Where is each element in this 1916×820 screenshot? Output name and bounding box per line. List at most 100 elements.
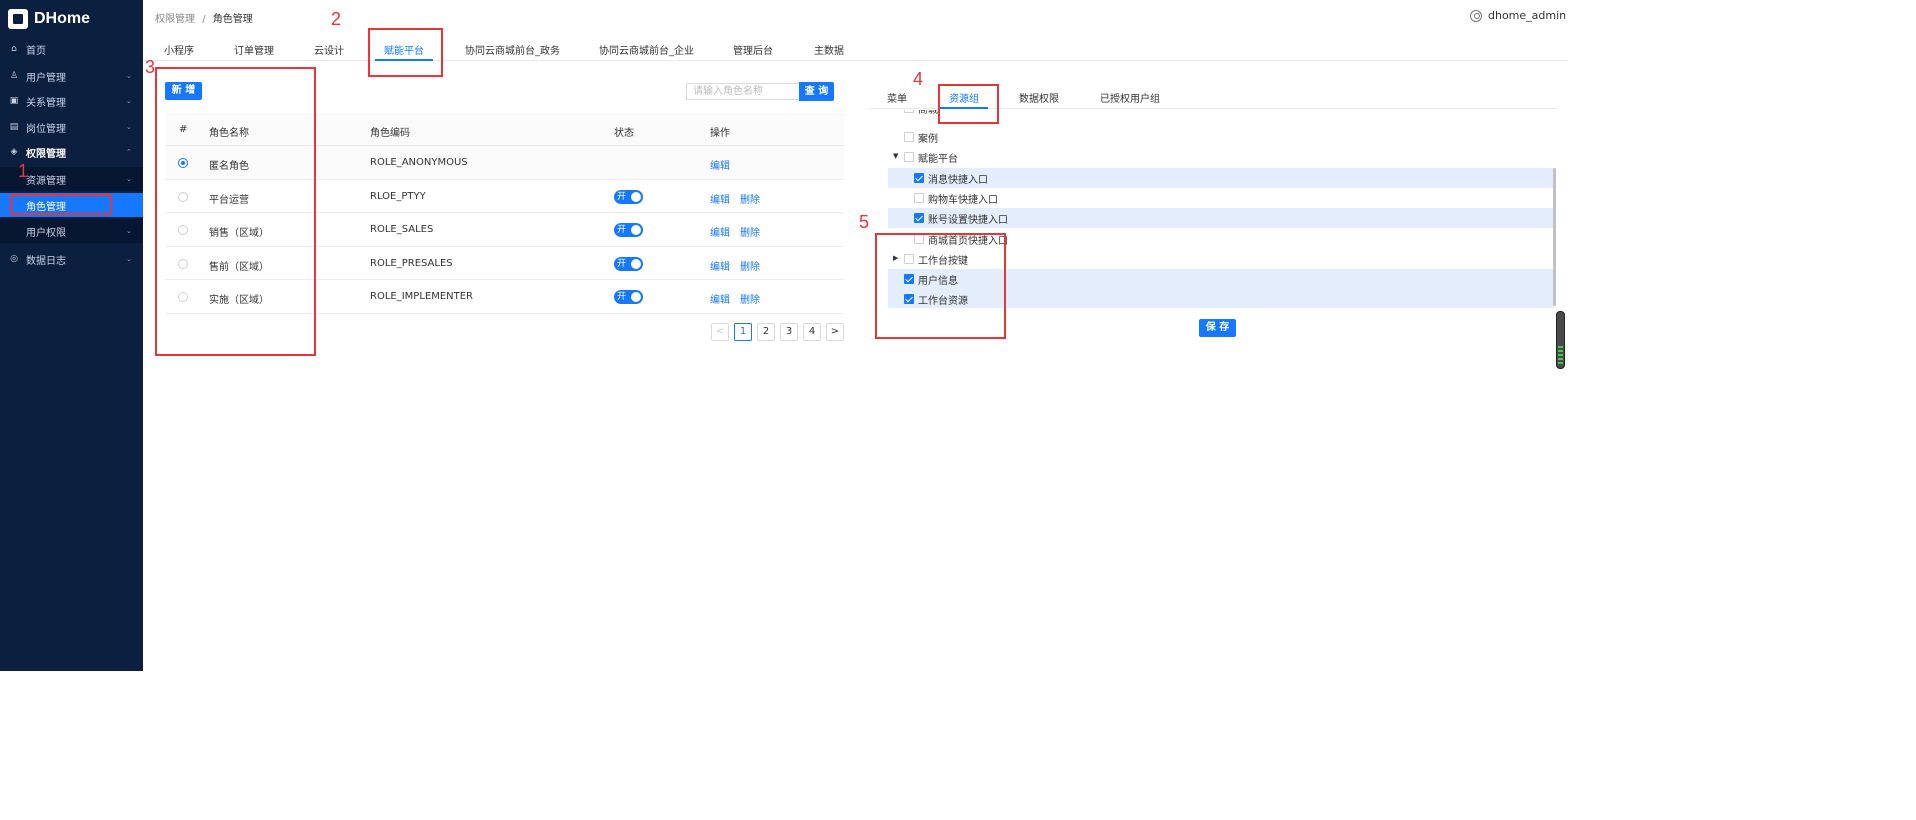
logo: DHome (8, 8, 90, 30)
pagination-page-3[interactable]: 3 (780, 323, 798, 341)
user-name: dhome_admin (1488, 9, 1567, 22)
tab-mall-enterprise[interactable]: 协同云商城前台_企业 (599, 42, 694, 57)
pagination-page-4[interactable]: 4 (803, 323, 821, 341)
tree-node[interactable]: 购物车快捷入口 (888, 188, 1554, 208)
status-toggle[interactable]: 开 (614, 290, 643, 305)
tree-node[interactable]: 案例 (888, 127, 1554, 147)
chevron-down-icon: ⌄ (126, 175, 132, 183)
caret-down-icon[interactable]: ▼ (893, 152, 898, 160)
chevron-down-icon: ⌄ (126, 123, 132, 131)
logo-cube-icon (8, 9, 28, 29)
breadcrumb-separator: / (202, 14, 206, 25)
tree-node-label: 购物车快捷入口 (928, 195, 998, 206)
post-icon: ▤ (9, 122, 19, 132)
tree-checkbox[interactable] (914, 213, 924, 223)
pagination-prev-button[interactable]: < (711, 323, 729, 341)
sidebar: DHome ⌂ 首页 ♙ 用户管理 ⌄ ▣ 关系管理 ⌄ ▤ 岗位管理 ⌄ ◈ … (0, 0, 143, 671)
column-header-actions: 操作 (710, 128, 730, 139)
app-tabs: 小程序 订单管理 云设计 赋能平台 协同云商城前台_政务 协同云商城前台_企业 … (143, 36, 1568, 61)
breadcrumb-parent[interactable]: 权限管理 (155, 14, 195, 25)
search-button[interactable]: 查 询 (799, 82, 834, 101)
tree-node[interactable]: ▼ 赋能平台 (888, 147, 1554, 167)
tab-menu[interactable]: 菜单 (887, 90, 907, 105)
user-menu[interactable]: dhome_admin (1470, 9, 1566, 22)
tree-checkbox[interactable] (904, 110, 914, 113)
edit-link[interactable]: 编辑 (710, 224, 730, 239)
status-toggle[interactable]: 开 (614, 256, 643, 271)
pagination-page-1[interactable]: 1 (734, 323, 752, 341)
sidebar-item-label: 资源管理 (26, 175, 66, 187)
edit-link[interactable]: 编辑 (710, 291, 730, 306)
tree-checkbox[interactable] (904, 152, 914, 162)
annotation-box-2 (368, 28, 443, 77)
tree-node[interactable]: 消息快捷入口 (888, 168, 1554, 188)
sidebar-item-label: 权限管理 (26, 148, 66, 160)
chevron-down-icon: ⌄ (126, 72, 132, 80)
chevron-up-icon: ⌃ (126, 148, 132, 156)
sidebar-item-user-management[interactable]: ♙ 用户管理 ⌄ (0, 64, 143, 88)
delete-link[interactable]: 删除 (740, 291, 760, 306)
chevron-down-icon: ⌄ (126, 97, 132, 105)
tree-checkbox[interactable] (904, 132, 914, 142)
edit-link[interactable]: 编辑 (710, 157, 730, 172)
user-avatar-icon (1470, 9, 1482, 22)
sidebar-item-label: 用户权限 (26, 227, 66, 239)
sidebar-item-post-management[interactable]: ▤ 岗位管理 ⌄ (0, 115, 143, 139)
annotation-number-5: 5 (859, 212, 870, 232)
annotation-number-1: 1 (18, 161, 29, 181)
role-code: ROLE_IMPLEMENTER (370, 291, 474, 303)
sidebar-item-label: 用户管理 (26, 72, 66, 84)
delete-link[interactable]: 删除 (740, 258, 760, 273)
tree-scrollbar[interactable] (1553, 168, 1556, 306)
sidebar-item-data-log[interactable]: ◎ 数据日志 ⌄ (0, 247, 143, 271)
role-code: RLOE_PTYY (370, 190, 426, 202)
tab-master-data[interactable]: 主数据 (814, 42, 844, 57)
log-icon: ◎ (10, 254, 18, 264)
tab-mini-program[interactable]: 小程序 (164, 42, 194, 57)
sidebar-item-label: 关系管理 (26, 97, 66, 109)
tab-mall-government[interactable]: 协同云商城前台_政务 (465, 42, 560, 57)
annotation-number-4: 4 (913, 69, 924, 89)
sidebar-item-relation-management[interactable]: ▣ 关系管理 ⌄ (0, 89, 143, 113)
pagination-page-2[interactable]: 2 (757, 323, 775, 341)
edit-link[interactable]: 编辑 (710, 191, 730, 206)
tree-node-label: 账号设置快捷入口 (928, 215, 1008, 226)
app-title: DHome (34, 10, 91, 27)
sidebar-item-label: 首页 (26, 45, 46, 57)
status-toggle[interactable]: 开 (614, 223, 643, 238)
tab-data-permission[interactable]: 数据权限 (1019, 90, 1059, 105)
tab-authorized-user-groups[interactable]: 已授权用户组 (1100, 90, 1160, 105)
tab-order-management[interactable]: 订单管理 (234, 42, 274, 57)
breadcrumb: 权限管理 / 角色管理 (155, 10, 253, 25)
status-toggle[interactable]: 开 (614, 189, 643, 204)
pagination-next-button[interactable]: > (826, 323, 844, 341)
tree-node-label: 赋能平台 (918, 154, 958, 165)
chevron-down-icon: ⌄ (126, 255, 132, 263)
role-name-search-input[interactable] (686, 83, 799, 100)
annotation-box-1 (10, 194, 112, 215)
sidebar-item-home[interactable]: ⌂ 首页 (0, 37, 143, 61)
chevron-down-icon: ⌄ (126, 227, 132, 235)
annotation-number-2: 2 (331, 9, 342, 29)
tree-checkbox[interactable] (914, 193, 924, 203)
save-button[interactable]: 保 存 (1199, 319, 1236, 337)
tab-admin-backend[interactable]: 管理后台 (733, 42, 773, 57)
delete-link[interactable]: 删除 (740, 224, 760, 239)
sidebar-item-user-permission[interactable]: 用户权限 ⌄ (0, 219, 143, 243)
tree-node-label: 案例 (918, 134, 938, 145)
floating-side-widget[interactable] (1556, 311, 1565, 369)
shield-icon: ◈ (10, 147, 18, 157)
edit-link[interactable]: 编辑 (710, 258, 730, 273)
annotation-box-4 (938, 84, 999, 124)
tree-node[interactable]: 账号设置快捷入口 (888, 208, 1554, 228)
column-header-status: 状态 (614, 128, 634, 139)
tree-checkbox[interactable] (914, 173, 924, 183)
user-icon: ♙ (9, 71, 19, 81)
home-icon: ⌂ (11, 44, 17, 54)
sidebar-item-label: 岗位管理 (26, 123, 66, 135)
breadcrumb-current: 角色管理 (212, 14, 253, 25)
annotation-box-3 (155, 67, 316, 356)
relation-icon: ▣ (9, 96, 19, 106)
delete-link[interactable]: 删除 (740, 191, 760, 206)
tab-cloud-design[interactable]: 云设计 (314, 42, 344, 57)
